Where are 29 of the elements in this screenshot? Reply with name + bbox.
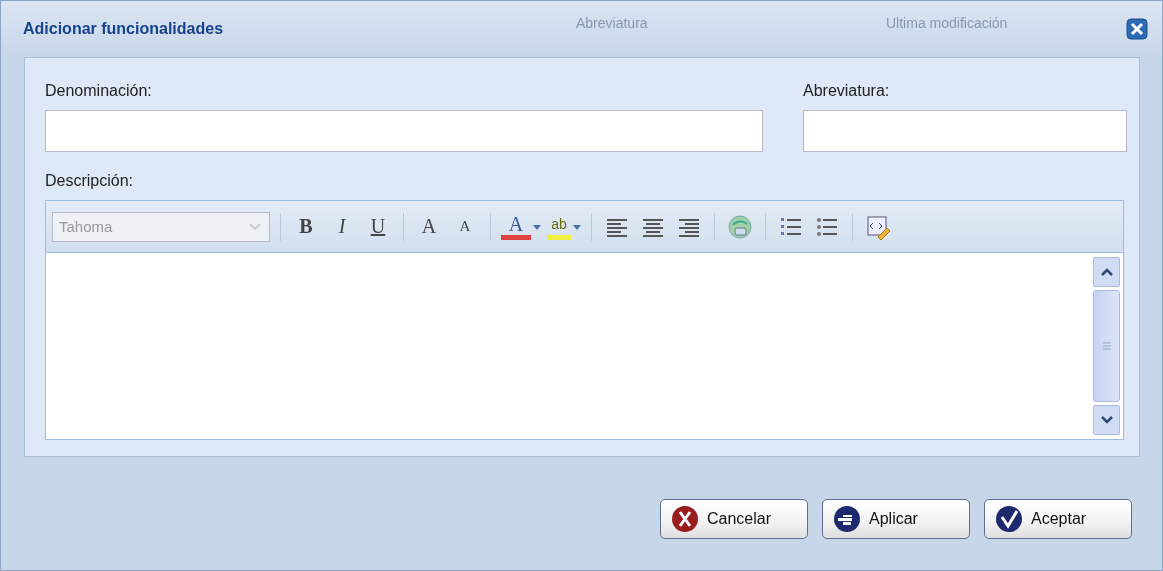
cancel-icon [671, 505, 699, 533]
apply-button[interactable]: Aplicar [822, 499, 970, 539]
column-header: Ultima modificación [886, 15, 1008, 31]
window-title: Adicionar funcionalidades [23, 20, 224, 38]
text-field[interactable] [45, 110, 763, 152]
dropdown-caret-icon [573, 222, 581, 231]
scroll-down-icon [1099, 415, 1114, 425]
italic-button[interactable]: I [327, 211, 357, 242]
shrink-font-button[interactable]: A [450, 211, 480, 242]
text-field[interactable] [803, 110, 1127, 152]
cancel-button[interactable]: Cancelar [660, 499, 808, 539]
grow-font-button[interactable]: A [414, 211, 444, 242]
checkmark-icon [995, 505, 1023, 533]
scroll-up-icon [1099, 267, 1114, 277]
accept-button[interactable]: Aceptar [984, 499, 1132, 539]
field-label: Denominación: [45, 82, 153, 100]
globe-icon [727, 213, 753, 240]
close-icon[interactable] [1126, 18, 1148, 40]
dropdown-caret-icon [249, 223, 261, 230]
bold-button[interactable]: B [291, 211, 321, 242]
dropdown-caret-icon [533, 222, 541, 231]
column-header: Abreviatura [576, 15, 648, 31]
underline-button[interactable]: U [363, 211, 393, 242]
edit-source-icon [865, 213, 891, 240]
grip-icon [1101, 341, 1112, 351]
font-color-button[interactable]: A [501, 213, 531, 240]
field-label: Abreviatura: [803, 82, 891, 100]
highlight-button[interactable]: ab [547, 213, 571, 240]
field-label: Descripción: [45, 172, 135, 190]
